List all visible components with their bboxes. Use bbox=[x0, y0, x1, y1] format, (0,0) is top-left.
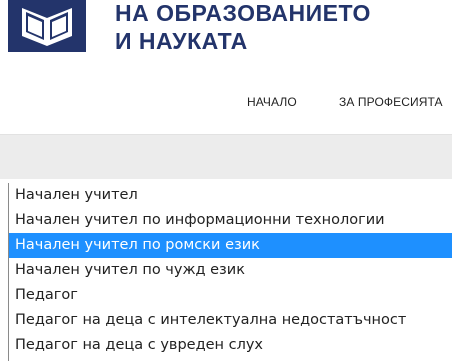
dropdown-option[interactable]: Начален учител по чужд език bbox=[9, 258, 452, 283]
profession-dropdown-list[interactable]: Начален учител Начален учител по информа… bbox=[8, 183, 452, 361]
organization-name-line-1: НА ОБРАЗОВАНИЕТО bbox=[115, 0, 371, 26]
dropdown-option[interactable]: Педагог bbox=[9, 283, 452, 308]
filter-bar-background bbox=[0, 134, 452, 179]
page: НА ОБРАЗОВАНИЕТО И НАУКАТА НАЧАЛО ЗА ПРО… bbox=[0, 0, 452, 361]
ministry-logo-icon[interactable] bbox=[8, 0, 86, 52]
dropdown-option[interactable]: Педагог на деца с увреден слух bbox=[9, 333, 452, 358]
book-emblem-icon bbox=[8, 0, 86, 52]
organization-name-line-2: И НАУКАТА bbox=[115, 28, 248, 54]
dropdown-option[interactable]: Начален учител bbox=[9, 183, 452, 208]
nav-link-about-profession[interactable]: ЗА ПРОФЕСИЯТА bbox=[339, 95, 443, 109]
dropdown-option[interactable]: Начален учител по информационни технолог… bbox=[9, 208, 452, 233]
dropdown-option[interactable]: Педагог на деца с интелектуална недостат… bbox=[9, 308, 452, 333]
main-navigation: НАЧАЛО ЗА ПРОФЕСИЯТА bbox=[0, 95, 452, 113]
nav-link-home[interactable]: НАЧАЛО bbox=[247, 95, 297, 109]
dropdown-option-selected[interactable]: Начален учител по ромски език bbox=[9, 233, 452, 258]
organization-name[interactable]: НА ОБРАЗОВАНИЕТО И НАУКАТА bbox=[115, 0, 371, 54]
